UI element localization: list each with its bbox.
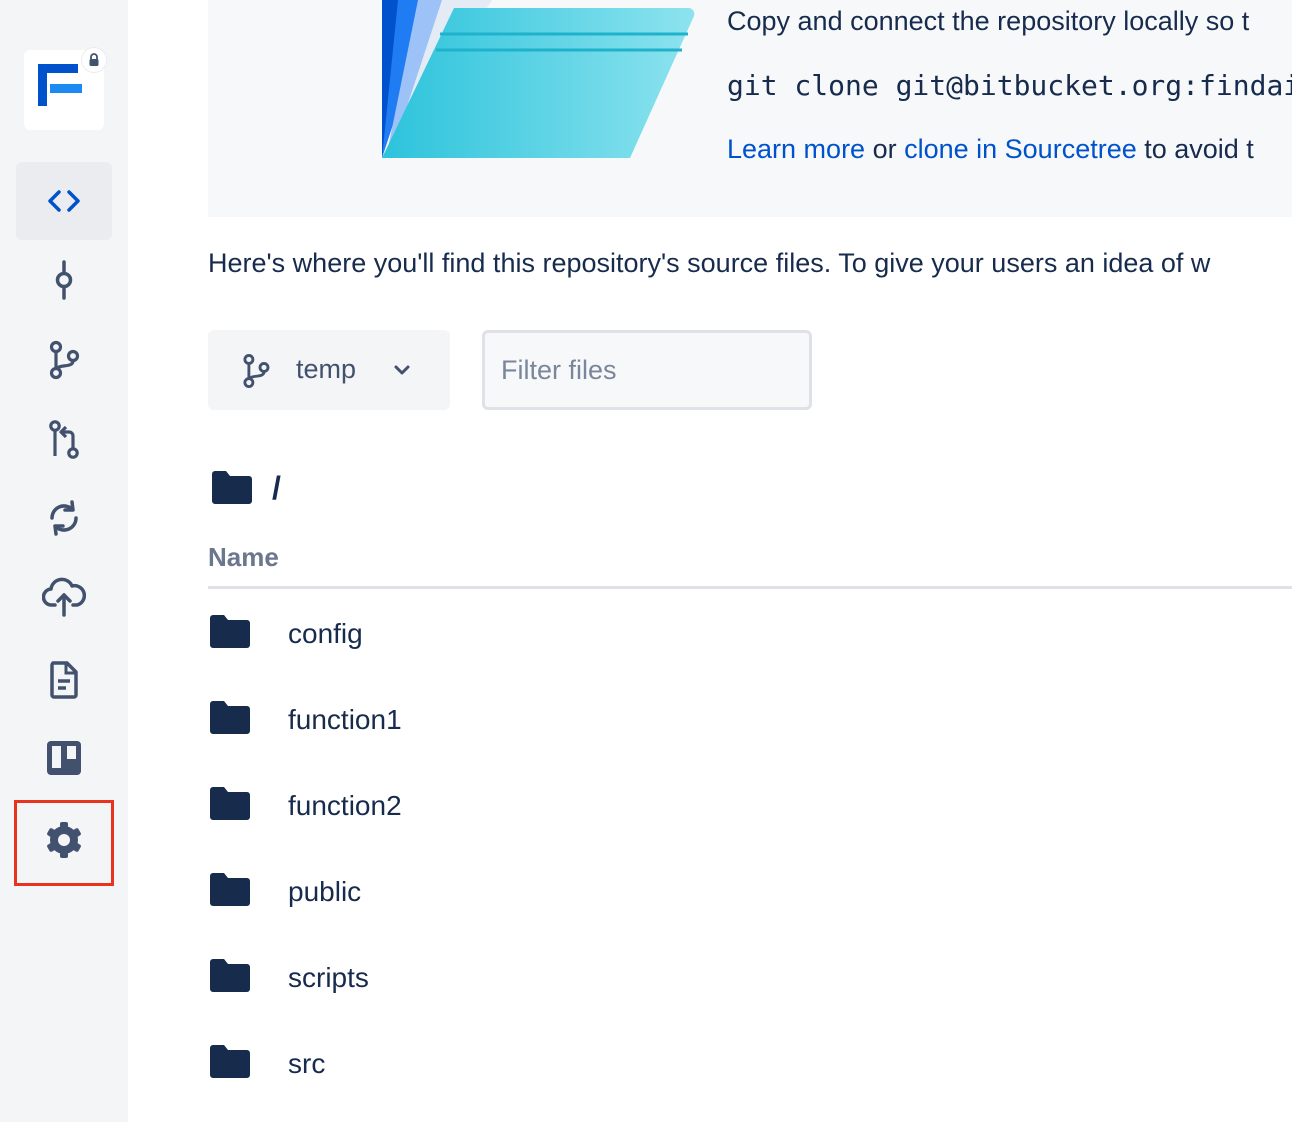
table-row[interactable]: config: [208, 590, 1292, 676]
file-name-link[interactable]: public: [288, 876, 361, 908]
table-row[interactable]: function1: [208, 676, 1292, 762]
file-name-link[interactable]: function2: [288, 790, 402, 822]
lock-badge: [82, 48, 106, 72]
commit-icon: [55, 260, 73, 300]
folder-icon: [210, 787, 250, 820]
table-row[interactable]: src: [208, 1020, 1292, 1106]
sidebar-item-downloads[interactable]: [16, 641, 112, 719]
name-column-header[interactable]: Name: [208, 542, 279, 573]
sidebar-item-deployments[interactable]: [16, 558, 112, 636]
clone-in-sourcetree-link[interactable]: clone in Sourcetree: [904, 134, 1137, 164]
pipelines-icon: [50, 500, 78, 536]
pull-request-icon: [49, 420, 79, 459]
sidebar-item-source[interactable]: [16, 162, 112, 240]
clone-links: Learn more or clone in Sourcetree to avo…: [727, 136, 1254, 163]
clone-description: Copy and connect the repository locally …: [727, 6, 1250, 36]
table-row[interactable]: function2: [208, 762, 1292, 848]
branch-name: temp: [296, 354, 357, 384]
sidebar-item-commits[interactable]: [16, 241, 112, 319]
folder-icon: [210, 615, 250, 648]
repository-avatar[interactable]: [24, 48, 106, 130]
document-icon: [50, 661, 78, 699]
path-root-link[interactable]: /: [272, 470, 281, 507]
sidebar-item-boards[interactable]: [16, 719, 112, 797]
folder-icon: [210, 1045, 250, 1078]
branch-icon: [49, 340, 80, 380]
header-divider: [208, 586, 1292, 589]
folder-icon: [212, 471, 252, 504]
intro-text: Here's where you'll find this repository…: [208, 248, 1211, 278]
settings-highlight-box: [14, 800, 114, 886]
filter-files-input[interactable]: [482, 330, 812, 410]
file-name-link[interactable]: scripts: [288, 962, 369, 994]
clone-links-tail: to avoid t: [1136, 134, 1254, 164]
sidebar-item-pipelines[interactable]: [16, 479, 112, 557]
lock-icon: [89, 53, 99, 66]
folder-icon: [210, 959, 250, 992]
chevron-down-icon: [394, 365, 410, 375]
folder-icon: [210, 701, 250, 734]
code-icon: [48, 190, 80, 212]
sidebar: [0, 0, 128, 1122]
repository-logo-icon: [38, 64, 82, 106]
file-name-link[interactable]: src: [288, 1048, 325, 1080]
clone-banner: Copy and connect the repository locally …: [208, 0, 1292, 217]
table-row[interactable]: public: [208, 848, 1292, 934]
clone-command[interactable]: git clone git@bitbucket.org:findai: [727, 72, 1292, 100]
file-name-link[interactable]: function1: [288, 704, 402, 736]
sidebar-item-branches[interactable]: [16, 321, 112, 399]
folder-icon: [210, 873, 250, 906]
learn-more-link[interactable]: Learn more: [727, 134, 865, 164]
folder-illustration: [382, 0, 695, 158]
sidebar-item-pull-requests[interactable]: [16, 401, 112, 479]
deployments-icon: [42, 577, 86, 617]
file-name-link[interactable]: config: [288, 618, 363, 650]
table-row[interactable]: scripts: [208, 934, 1292, 1020]
or-text: or: [865, 134, 905, 164]
branch-icon: [243, 354, 270, 388]
branch-selector[interactable]: temp: [208, 330, 450, 410]
trello-board-icon: [47, 741, 81, 775]
